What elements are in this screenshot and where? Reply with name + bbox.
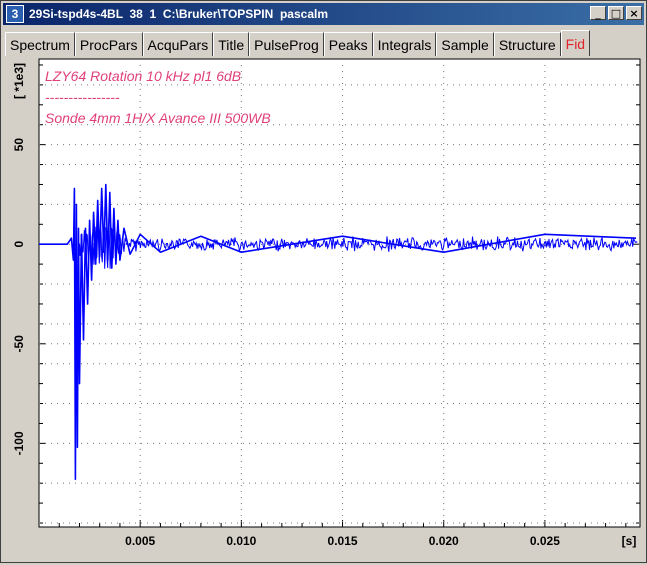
- y-tick-label: -100: [12, 431, 26, 455]
- minimize-button[interactable]: _: [590, 6, 606, 20]
- title-bar[interactable]: 3 29Si-tspd4s-4BL 38 1 C:\Bruker\TOPSPIN…: [3, 3, 644, 25]
- plot-annotation-line: LZY64 Rotation 10 kHz pl1 6dB: [45, 68, 241, 84]
- y-tick-label: -50: [12, 335, 26, 353]
- maximize-button[interactable]: □: [608, 6, 624, 20]
- tab-procpars[interactable]: ProcPars: [74, 32, 143, 56]
- x-tick-label: 0.020: [429, 534, 459, 548]
- tab-integrals[interactable]: Integrals: [372, 32, 437, 56]
- close-button[interactable]: ×: [626, 6, 642, 20]
- tab-fid[interactable]: Fid: [560, 30, 591, 56]
- y-axis-label: [ *1e3]: [12, 63, 26, 99]
- y-tick-label: 0: [12, 241, 26, 248]
- x-axis-label: [s]: [622, 534, 637, 548]
- fid-chart[interactable]: 0.005 0.010 0.015 0.020 0.025 50 0 -50 -100 [s] [ …: [3, 57, 644, 560]
- y-tick-label: 50: [12, 138, 26, 152]
- x-tick-label: 0.010: [226, 534, 256, 548]
- tab-sample[interactable]: Sample: [436, 32, 494, 56]
- tab-peaks[interactable]: Peaks: [323, 32, 373, 56]
- topspin-app-icon: 3: [6, 5, 24, 23]
- tab-acqupars[interactable]: AcquPars: [142, 32, 214, 56]
- plot-background[interactable]: [38, 58, 641, 528]
- x-tick-label: 0.005: [125, 534, 155, 548]
- tab-pulseprog[interactable]: PulseProg: [249, 32, 324, 56]
- window-title: 29Si-tspd4s-4BL 38 1 C:\Bruker\TOPSPIN p…: [29, 7, 329, 21]
- fid-window: 3 29Si-tspd4s-4BL 38 1 C:\Bruker\TOPSPIN…: [0, 0, 647, 563]
- tab-bar: Spectrum ProcPars AcquPars Title PulsePr…: [5, 30, 591, 56]
- tab-spectrum[interactable]: Spectrum: [5, 32, 75, 56]
- tab-title[interactable]: Title: [213, 32, 250, 56]
- x-tick-label: 0.025: [530, 534, 560, 548]
- plot-annotation-line: ----------------: [45, 89, 120, 105]
- x-tick-label: 0.015: [328, 534, 358, 548]
- fid-plot-area[interactable]: 0.005 0.010 0.015 0.020 0.025 50 0 -50 -100 [s] [ …: [3, 57, 644, 560]
- plot-annotation-line: Sonde 4mm 1H/X Avance III 500WB: [45, 110, 271, 126]
- tab-structure[interactable]: Structure: [493, 32, 561, 56]
